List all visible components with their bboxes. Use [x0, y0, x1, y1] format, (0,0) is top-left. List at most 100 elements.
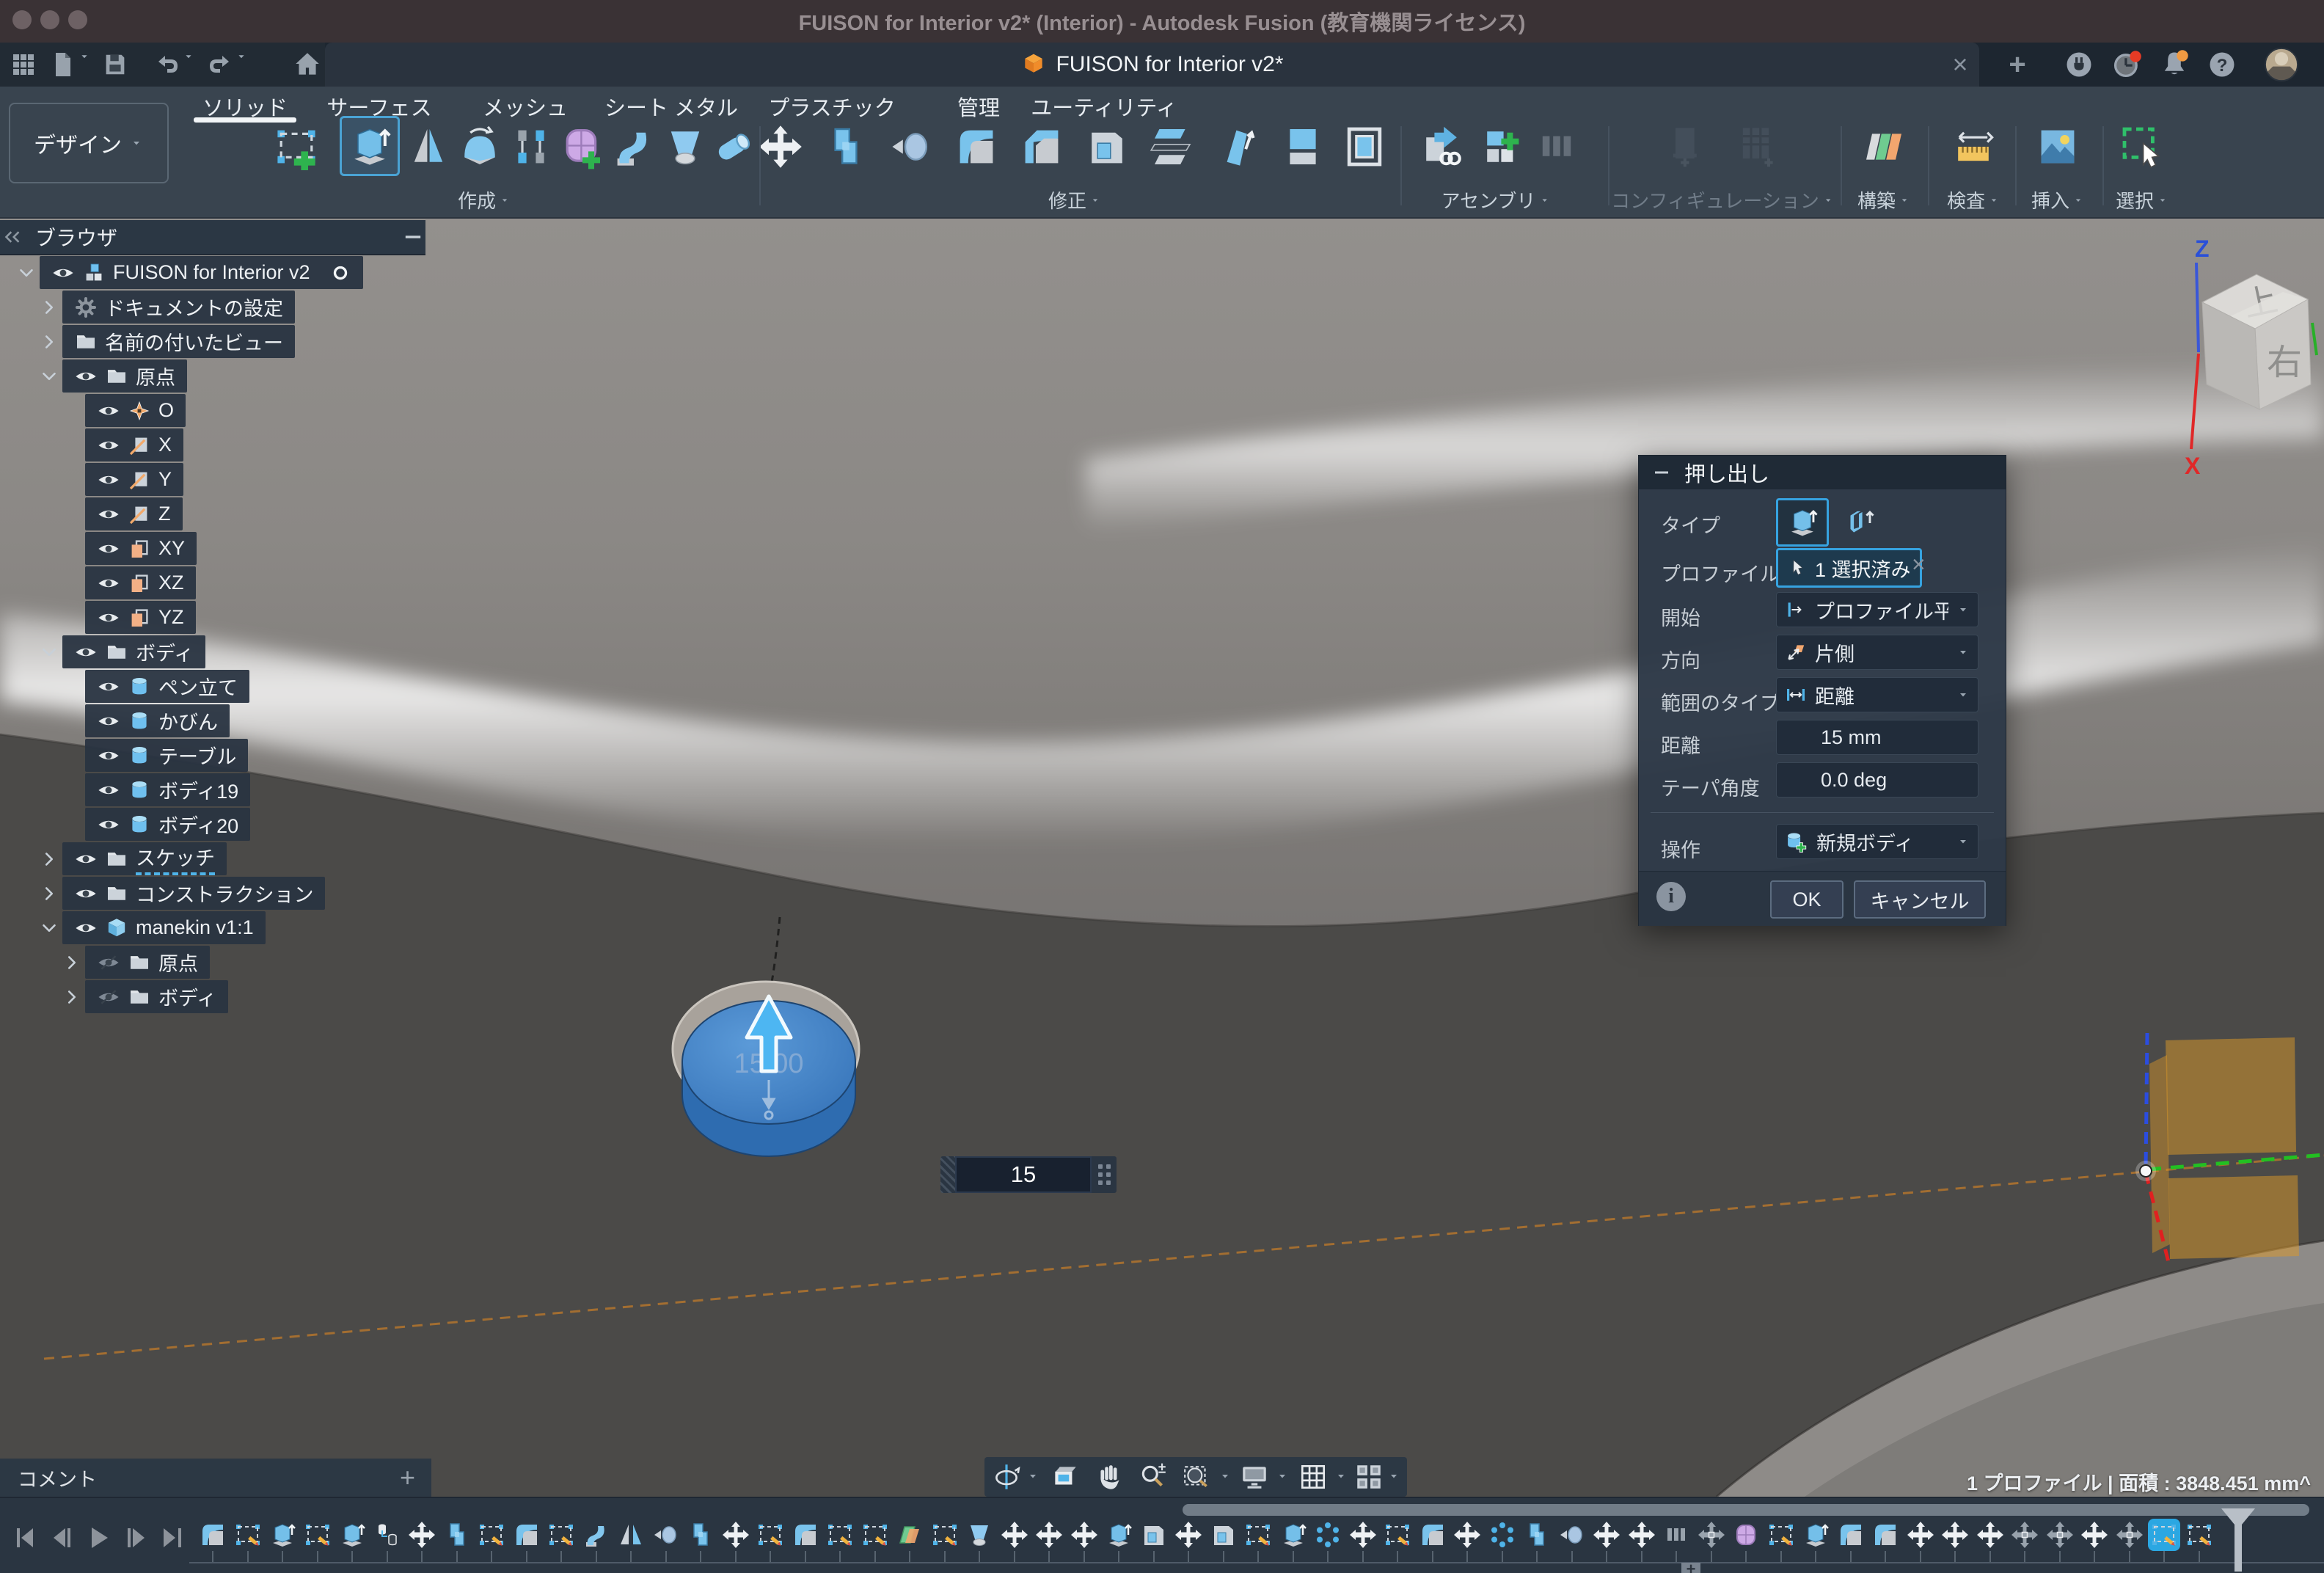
browser-row-17[interactable]: スケッチ: [36, 842, 469, 876]
timeline-feature-form[interactable]: [1730, 1519, 1762, 1551]
info-icon[interactable]: i: [1656, 882, 1686, 911]
dialog-collapse-icon[interactable]: [1651, 461, 1673, 483]
timeline-feature-transform[interactable]: [2113, 1519, 2146, 1551]
timeline-feature-fillet[interactable]: [1417, 1519, 1449, 1551]
toolbar-ruler-button[interactable]: [1950, 123, 1997, 170]
timeline-feature-mirror[interactable]: [615, 1519, 647, 1551]
browser-row-8[interactable]: XY: [59, 531, 469, 566]
toolbar-chamfer-button[interactable]: [1018, 123, 1065, 170]
timeline-feature-move[interactable]: [1939, 1519, 1971, 1551]
profile-clear-icon[interactable]: ×: [1912, 551, 1926, 578]
cancel-button[interactable]: キャンセル: [1854, 880, 1986, 919]
timeline-feature-move[interactable]: [1626, 1519, 1658, 1551]
timeline-feature-move[interactable]: [720, 1519, 752, 1551]
toolbar-extrude-button[interactable]: [340, 116, 400, 176]
timeline-feature-fillet[interactable]: [1835, 1519, 1867, 1551]
help-icon[interactable]: ?: [2206, 48, 2238, 81]
browser-row-3[interactable]: 原点: [36, 359, 469, 393]
timeline-feature-move[interactable]: [998, 1519, 1031, 1551]
ok-button[interactable]: OK: [1770, 880, 1844, 919]
type-thin-extrude-button[interactable]: [1835, 501, 1883, 545]
visibility-eye-icon[interactable]: [97, 744, 120, 767]
toolbar-config2-button[interactable]: [1733, 123, 1780, 170]
timeline-feature-transform[interactable]: [2009, 1519, 2041, 1551]
origin-plane-lower[interactable]: [2168, 1175, 2299, 1259]
document-tab[interactable]: FUISON for Interior v2*: [325, 43, 1979, 87]
toolbar-slots-button[interactable]: [1533, 123, 1580, 170]
timeline-feature-fillet[interactable]: [511, 1519, 543, 1551]
chevron-down-icon[interactable]: [36, 915, 62, 941]
taper-angle-input[interactable]: 0.0 deg: [1776, 762, 1978, 798]
timeline-feature-extrude[interactable]: [266, 1519, 299, 1551]
toolbar-insert-button[interactable]: [1418, 123, 1465, 170]
timeline-feature-move[interactable]: [1068, 1519, 1100, 1551]
timeline-feature-sketch[interactable]: [232, 1519, 264, 1551]
browser-row-14[interactable]: テーブル: [59, 738, 469, 773]
toolbar-split-button[interactable]: [1149, 123, 1196, 170]
start-dropdown[interactable]: プロファイル平...: [1776, 592, 1978, 627]
traffic-light-zoom[interactable]: [68, 10, 87, 29]
save-icon[interactable]: [101, 51, 129, 79]
browser-row-20[interactable]: 原点: [59, 945, 469, 979]
chevron-right-icon[interactable]: [36, 294, 62, 321]
visibility-eye-icon[interactable]: [74, 916, 98, 940]
extensions-icon[interactable]: [2063, 48, 2095, 81]
pan-tool-button[interactable]: [1094, 1461, 1125, 1492]
timeline-feature-sketch[interactable]: [1242, 1519, 1274, 1551]
file-menu-caret-icon[interactable]: [78, 50, 91, 63]
chevron-down-icon[interactable]: [36, 639, 62, 665]
timeline-feature-transform[interactable]: [2044, 1519, 2076, 1551]
timeline-feature-sketch[interactable]: [2183, 1519, 2215, 1551]
browser-row-11[interactable]: ボディ: [36, 635, 469, 669]
timeline-feature-pattern[interactable]: [1486, 1519, 1519, 1551]
toolbar-loft-button[interactable]: [662, 123, 709, 170]
zoom-window-tool-button[interactable]: [1182, 1461, 1213, 1492]
zoom-tool-button[interactable]: [1138, 1461, 1169, 1492]
visibility-eye-off-icon[interactable]: [97, 985, 120, 1009]
visibility-eye-icon[interactable]: [74, 847, 98, 871]
visibility-eye-icon[interactable]: [97, 709, 120, 733]
toolbar-group-0-label[interactable]: 作成: [458, 186, 511, 213]
timeline-step-back-button[interactable]: [48, 1523, 77, 1552]
dialog-collapse-icon[interactable]: [1651, 461, 1673, 483]
visibility-eye-icon[interactable]: [74, 640, 98, 664]
dialog-header[interactable]: 押し出し: [1639, 456, 2006, 489]
browser-row-21[interactable]: ボディ: [59, 979, 469, 1014]
timeline-feature-shell[interactable]: [1207, 1519, 1240, 1551]
toolbar-replace-button[interactable]: [1341, 123, 1388, 170]
home-view-icon[interactable]: [292, 49, 323, 80]
timeline-feature-sketch[interactable]: [302, 1519, 334, 1551]
orbit-caret-icon[interactable]: [1026, 1469, 1040, 1483]
chevron-right-icon[interactable]: [36, 329, 62, 355]
zoom-window-caret-icon[interactable]: [1218, 1469, 1232, 1483]
visibility-eye-icon[interactable]: [74, 882, 98, 905]
toolbar-cone-button[interactable]: [405, 123, 452, 170]
timeline-feature-sketch[interactable]: [1765, 1519, 1797, 1551]
viewcube-front-face-label[interactable]: 右: [2267, 343, 2302, 382]
timeline-feature-combine[interactable]: [1521, 1519, 1553, 1551]
browser-row-18[interactable]: コンストラクション: [36, 876, 469, 910]
user-avatar[interactable]: [2262, 45, 2301, 84]
value-box-drag-handle[interactable]: [1092, 1156, 1117, 1193]
redo-icon[interactable]: [205, 50, 235, 79]
chevron-right-icon[interactable]: [59, 984, 85, 1010]
collapse-panel-icon[interactable]: [0, 225, 25, 249]
timeline-playhead[interactable]: [2235, 1516, 2242, 1572]
toolbar-group-1-label[interactable]: 修正: [1048, 186, 1101, 213]
app-grid-icon[interactable]: [9, 50, 38, 79]
browser-row-7[interactable]: Z: [59, 497, 469, 531]
browser-row-19[interactable]: manekin v1:1: [36, 910, 469, 945]
timeline-feature-move[interactable]: [1172, 1519, 1205, 1551]
timeline-feature-fillet[interactable]: [197, 1519, 229, 1551]
visibility-eye-icon[interactable]: [97, 778, 120, 802]
user-avatar-image[interactable]: [2262, 45, 2301, 84]
help-icon[interactable]: ?: [2206, 48, 2238, 81]
ribbon-tab-5[interactable]: 管理: [957, 91, 1000, 122]
display-settings-button[interactable]: [1239, 1461, 1270, 1492]
visibility-eye-icon[interactable]: [97, 399, 120, 423]
timeline-feature-point[interactable]: [650, 1519, 682, 1551]
browser-row-13[interactable]: かびん: [59, 704, 469, 738]
timeline-feature-combine[interactable]: [441, 1519, 473, 1551]
chevron-right-icon[interactable]: [36, 880, 62, 907]
chevron-down-icon[interactable]: [36, 363, 62, 390]
